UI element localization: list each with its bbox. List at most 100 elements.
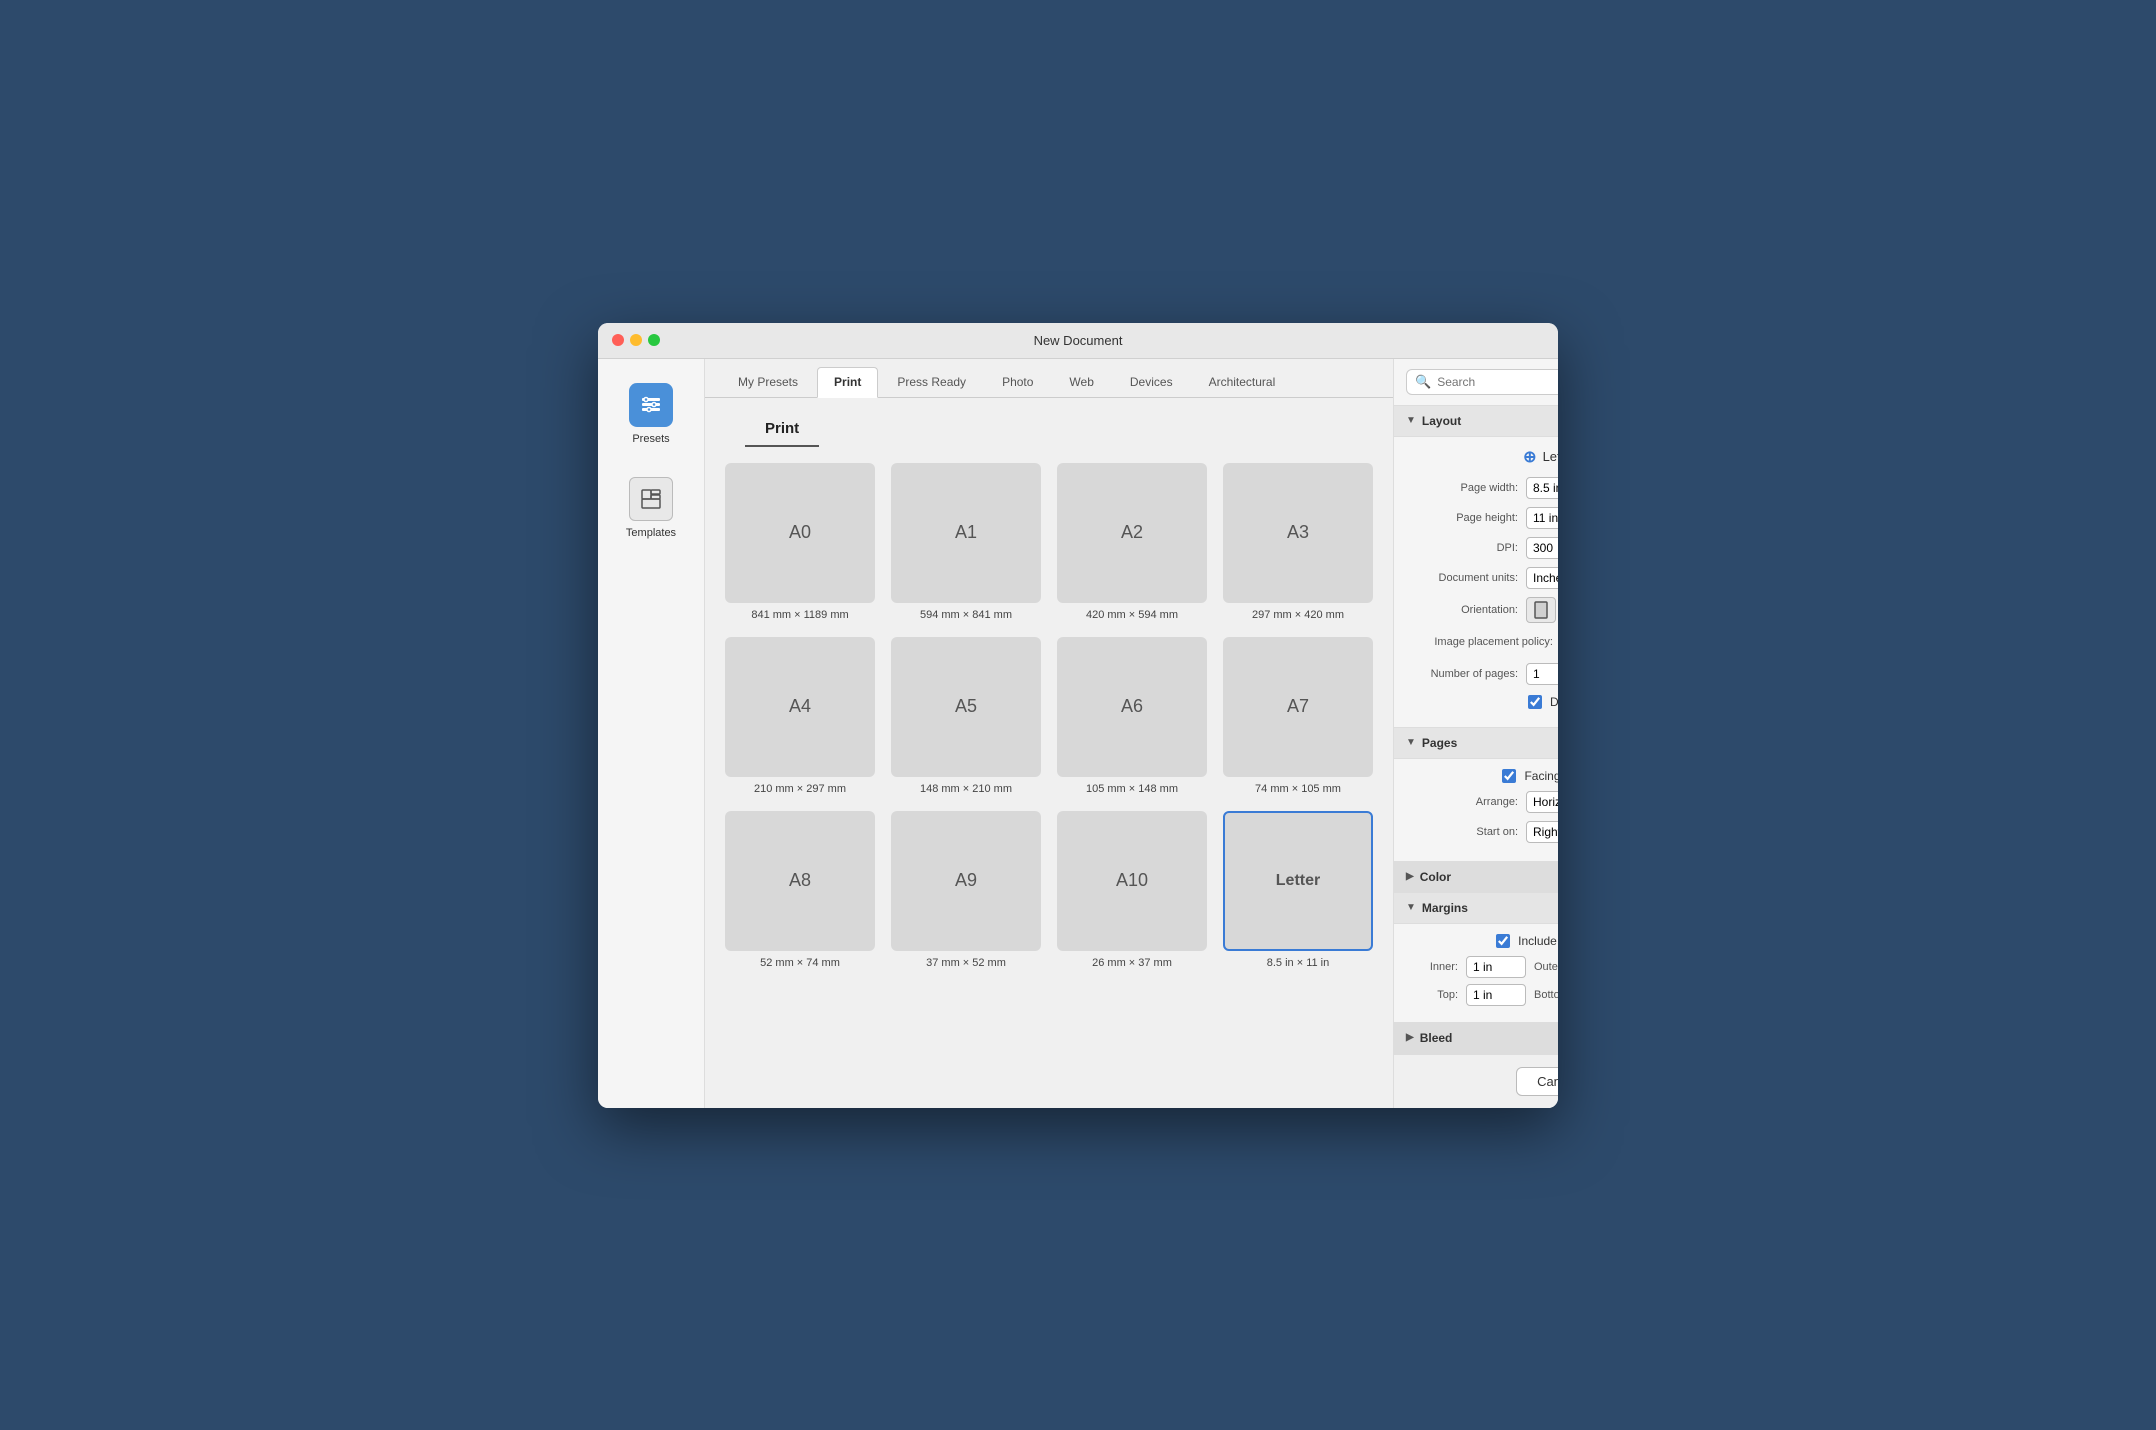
orientation-buttons [1526,597,1558,623]
close-button[interactable] [612,334,624,346]
page-thumb-a2: A2 [1057,463,1207,603]
new-letter-label: Letter [1543,449,1558,464]
cancel-button[interactable]: Cancel [1516,1067,1558,1096]
units-select-wrap: Inches mm cm px pt [1526,567,1558,589]
search-input[interactable] [1437,375,1558,389]
color-section-header[interactable]: ▶ Color [1394,862,1558,893]
traffic-lights [612,334,660,346]
num-pages-label: Number of pages: [1408,668,1518,680]
presets-icon [629,383,673,427]
page-label-a2: A2 [1121,522,1143,543]
page-sublabel-a8: 52 mm × 74 mm [760,957,840,969]
num-pages-stepper: ▲ ▼ [1526,661,1558,687]
bleed-arrow-icon: ▶ [1406,1032,1414,1043]
page-item-a9[interactable]: A9 37 mm × 52 mm [891,811,1041,969]
dpi-row: DPI: 300 72 96 150 600 [1408,537,1558,559]
page-item-a1[interactable]: A1 594 mm × 841 mm [891,463,1041,621]
page-item-a0[interactable]: A0 841 mm × 1189 mm [725,463,875,621]
tabs-bar: My Presets Print Press Ready Photo Web D… [705,359,1393,398]
orientation-portrait-btn[interactable] [1526,597,1556,623]
tab-press-ready[interactable]: Press Ready [880,367,983,397]
layout-section-header[interactable]: ▼ Layout [1394,406,1558,437]
page-width-label: Page width: [1408,482,1518,494]
page-width-row: Page width: [1408,477,1558,499]
tab-photo[interactable]: Photo [985,367,1050,397]
color-arrow-icon: ▶ [1406,871,1414,882]
page-sublabel-a4: 210 mm × 297 mm [754,783,846,795]
pages-section-title: Pages [1422,736,1457,750]
new-document-window: New Document Presets [598,323,1558,1108]
maximize-button[interactable] [648,334,660,346]
units-select[interactable]: Inches mm cm px pt [1526,567,1558,589]
page-item-a8[interactable]: A8 52 mm × 74 mm [725,811,875,969]
page-label-a1: A1 [955,522,977,543]
facing-pages-checkbox[interactable] [1502,769,1516,783]
panel-title: Print [745,408,819,447]
center-panel: My Presets Print Press Ready Photo Web D… [705,359,1393,1108]
arrange-select-wrap: Horizontally Vertically [1526,791,1558,813]
page-item-a10[interactable]: A10 26 mm × 37 mm [1057,811,1207,969]
include-margins-row: Include margins [1408,934,1558,948]
page-sublabel-a6: 105 mm × 148 mm [1086,783,1178,795]
arrange-label: Arrange: [1408,796,1518,808]
search-bar: 🔍 [1394,359,1558,406]
plus-icon: ⊕ [1523,447,1536,467]
tab-my-presets[interactable]: My Presets [721,367,815,397]
page-width-input[interactable] [1526,477,1558,499]
start-on-select[interactable]: Right Left [1526,821,1558,843]
sidebar-item-templates[interactable]: Templates [606,469,696,547]
top-label: Top: [1408,989,1458,1001]
page-thumb-a1: A1 [891,463,1041,603]
page-label-a3: A3 [1287,522,1309,543]
top-input[interactable] [1466,984,1526,1006]
page-height-row: Page height: [1408,507,1558,529]
page-sublabel-a5: 148 mm × 210 mm [920,783,1012,795]
default-master-checkbox[interactable] [1528,695,1542,709]
margins-section-content: Include margins Inner: Outer: ⛓ Top: Bot… [1394,924,1558,1023]
page-item-a2[interactable]: A2 420 mm × 594 mm [1057,463,1207,621]
layout-arrow-icon: ▼ [1406,415,1416,426]
page-label-a9: A9 [955,870,977,891]
page-item-a6[interactable]: A6 105 mm × 148 mm [1057,637,1207,795]
search-icon: 🔍 [1415,374,1431,390]
sidebar-item-presets[interactable]: Presets [606,375,696,453]
page-label-a0: A0 [789,522,811,543]
page-item-a3[interactable]: A3 297 mm × 420 mm [1223,463,1373,621]
tab-web[interactable]: Web [1052,367,1110,397]
sidebar: Presets Templates [598,359,705,1108]
page-item-letter[interactable]: Letter 8.5 in × 11 in [1223,811,1373,969]
facing-pages-row: Facing pages [1408,769,1558,783]
num-pages-input[interactable] [1526,663,1558,685]
page-thumb-a3: A3 [1223,463,1373,603]
page-item-a4[interactable]: A4 210 mm × 297 mm [725,637,875,795]
main-content: Presets Templates My Presets Prin [598,359,1558,1108]
page-thumb-a0: A0 [725,463,875,603]
presets-label: Presets [632,433,669,445]
page-thumb-letter: Letter [1223,811,1373,951]
tab-architectural[interactable]: Architectural [1192,367,1293,397]
pages-arrow-icon: ▼ [1406,737,1416,748]
arrange-select[interactable]: Horizontally Vertically [1526,791,1558,813]
include-margins-checkbox[interactable] [1496,934,1510,948]
page-item-a5[interactable]: A5 148 mm × 210 mm [891,637,1041,795]
margins-section-header[interactable]: ▼ Margins [1394,893,1558,924]
window-title: New Document [1034,333,1123,348]
page-sublabel-a2: 420 mm × 594 mm [1086,609,1178,621]
pages-section-content: Facing pages Arrange: Horizontally Verti… [1394,759,1558,862]
dpi-select[interactable]: 300 72 96 150 600 [1526,537,1558,559]
templates-icon [629,477,673,521]
page-sublabel-a3: 297 mm × 420 mm [1252,609,1344,621]
page-sublabel-a1: 594 mm × 841 mm [920,609,1012,621]
dpi-select-wrap: 300 72 96 150 600 [1526,537,1558,559]
tab-print[interactable]: Print [817,367,878,398]
page-height-input[interactable] [1526,507,1558,529]
pages-section-header[interactable]: ▼ Pages [1394,728,1558,759]
inner-input[interactable] [1466,956,1526,978]
default-master-label: Default master [1550,695,1558,709]
tab-devices[interactable]: Devices [1113,367,1190,397]
minimize-button[interactable] [630,334,642,346]
bleed-section-header[interactable]: ▶ Bleed [1394,1023,1558,1054]
layout-section-title: Layout [1422,414,1461,428]
start-on-row: Start on: Right Left [1408,821,1558,843]
page-item-a7[interactable]: A7 74 mm × 105 mm [1223,637,1373,795]
